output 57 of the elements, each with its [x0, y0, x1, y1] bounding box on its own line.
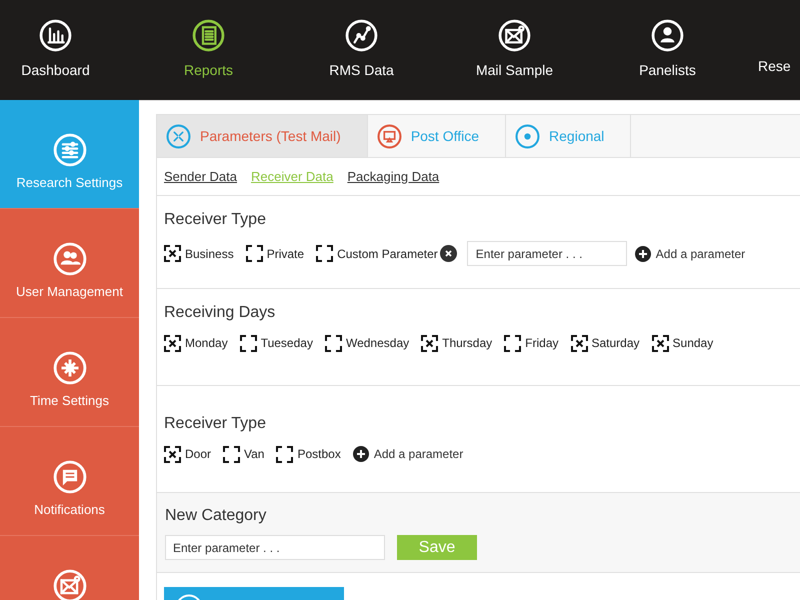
section-title: New Category [165, 506, 268, 526]
dot-icon [515, 124, 540, 148]
chart-icon [39, 19, 72, 52]
document-icon [192, 19, 225, 52]
expand-icon [166, 124, 191, 148]
checkbox[interactable] [316, 245, 334, 262]
checkbox[interactable] [223, 446, 240, 462]
chat-icon [52, 460, 86, 494]
checkbox-label: Tueseday [260, 335, 313, 352]
gear-icon [52, 351, 86, 385]
section-title: Receiver Type [164, 210, 267, 230]
checked-checkbox[interactable] [164, 334, 181, 352]
category-input[interactable]: Enter parameter . . . [165, 535, 385, 560]
plus-icon [352, 446, 369, 462]
checked-checkbox[interactable] [164, 245, 181, 262]
sub-tab-link[interactable]: Packaging Data [347, 166, 440, 186]
checkbox-label: Private [266, 246, 304, 262]
mail-icon [498, 19, 531, 52]
nav-item[interactable]: Reports [132, 0, 285, 100]
remove-icon[interactable] [440, 245, 457, 262]
sub-tab-link[interactable]: Sender Data [164, 166, 237, 186]
checkbox-label: Saturday [592, 335, 640, 352]
checkbox-label: Friday [525, 335, 558, 352]
checked-checkbox[interactable] [570, 334, 588, 352]
checkbox[interactable] [246, 245, 263, 262]
checkbox[interactable] [324, 334, 342, 352]
checkbox-label: Custom Parameter [337, 246, 438, 262]
users-icon [52, 242, 86, 276]
sliders-icon [52, 133, 86, 167]
screen-icon [376, 124, 402, 148]
checked-checkbox[interactable] [164, 446, 181, 462]
checkbox[interactable] [240, 334, 257, 352]
section-title: Receiving Days [164, 303, 276, 323]
section-title: Receiver Type [164, 414, 267, 434]
checkbox-label: Van [244, 446, 264, 463]
checkbox-label: Wednesday [346, 335, 410, 352]
checkbox[interactable] [276, 446, 294, 462]
checked-checkbox[interactable] [652, 334, 669, 352]
parameter-input[interactable]: Enter parameter . . . [466, 241, 627, 266]
checkbox-label: Door [185, 446, 212, 463]
checkbox[interactable] [504, 334, 522, 352]
add-parameter-button[interactable]: Add a parameter [634, 244, 746, 262]
checkbox-label: Business [185, 246, 234, 262]
checkbox-label: Thursday [442, 335, 492, 352]
nav-item[interactable]: RMS Data [285, 0, 438, 100]
checkbox-label: Monday [185, 335, 228, 352]
user-icon [651, 19, 684, 52]
plus-icon [634, 246, 651, 262]
nav-item[interactable]: Mail Sample [438, 0, 591, 100]
nav-item[interactable]: Panelists [591, 0, 744, 100]
checkbox-label: Sunday [672, 335, 714, 352]
nav-item[interactable]: Rese [744, 0, 800, 100]
checkbox-label: Postbox [297, 446, 341, 463]
mail-icon [52, 569, 86, 600]
add-parameter-button[interactable]: Add a parameter [352, 445, 464, 463]
nav-item[interactable]: Dashboard [0, 0, 132, 100]
checked-checkbox[interactable] [421, 334, 438, 352]
